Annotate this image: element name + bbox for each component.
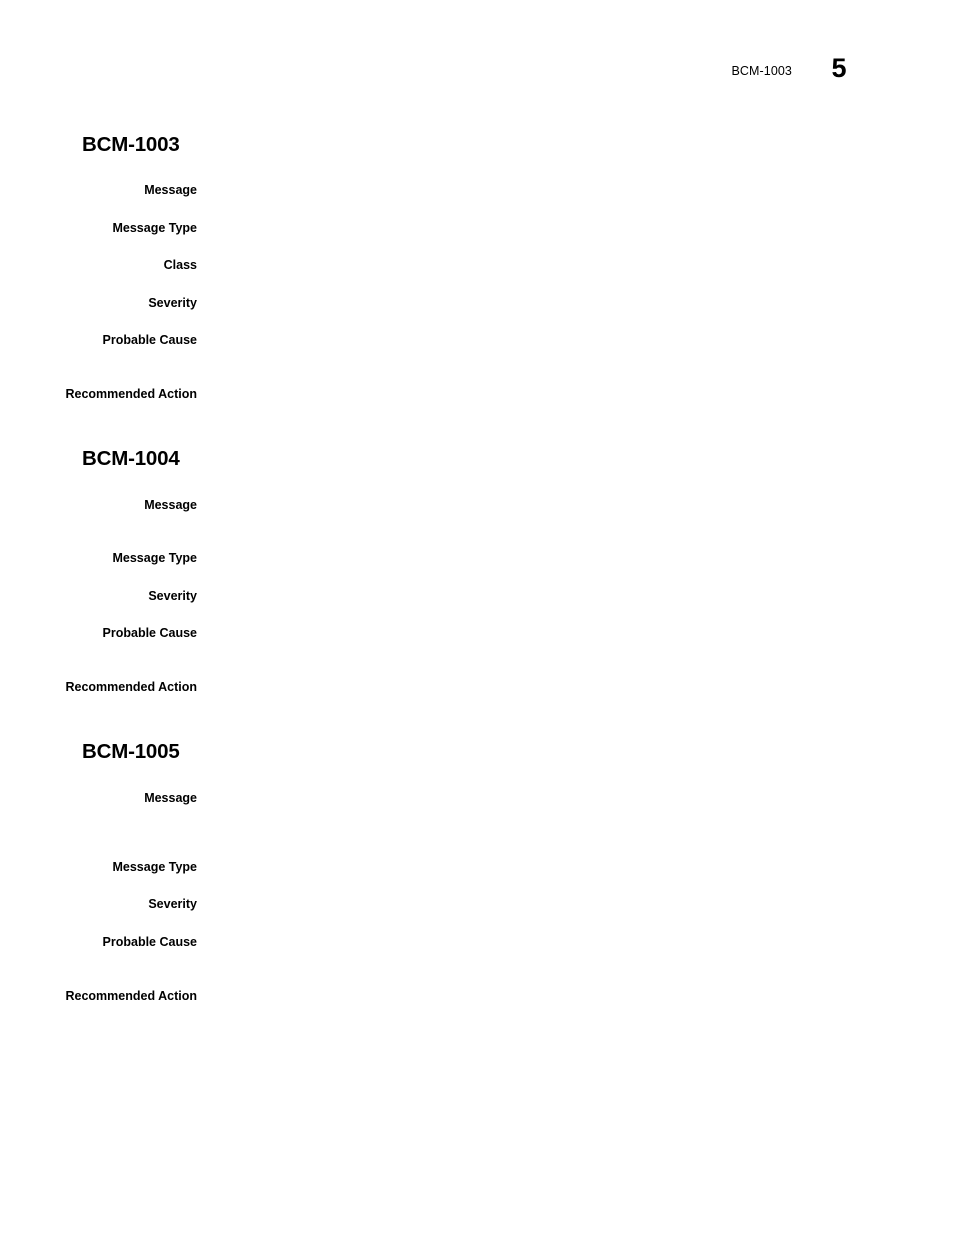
field-label: Probable Cause [102, 626, 197, 640]
field-label: Class [163, 258, 197, 272]
field-label: Message [144, 498, 197, 512]
page-number: 5 [831, 53, 847, 83]
field-label: Message Type [112, 551, 197, 565]
field-label: Probable Cause [102, 935, 197, 949]
section-heading: BCM-1004 [82, 447, 180, 470]
field-label: Message Type [112, 221, 197, 235]
field-label: Message Type [112, 860, 197, 874]
field-label: Message [144, 183, 197, 197]
field-label: Severity [148, 589, 197, 603]
field-label: Recommended Action [65, 989, 197, 1003]
field-label: Probable Cause [102, 333, 197, 347]
section-heading: BCM-1003 [82, 133, 180, 156]
running-head: BCM-1003 [731, 64, 792, 78]
field-label: Recommended Action [65, 680, 197, 694]
document-page: BCM-1003 5 BCM-1003 Message Message Type Cl… [0, 0, 954, 1235]
field-label: Recommended Action [65, 387, 197, 401]
field-label: Message [144, 791, 197, 805]
section-heading: BCM-1005 [82, 740, 180, 763]
field-label: Severity [148, 296, 197, 310]
field-label: Severity [148, 897, 197, 911]
